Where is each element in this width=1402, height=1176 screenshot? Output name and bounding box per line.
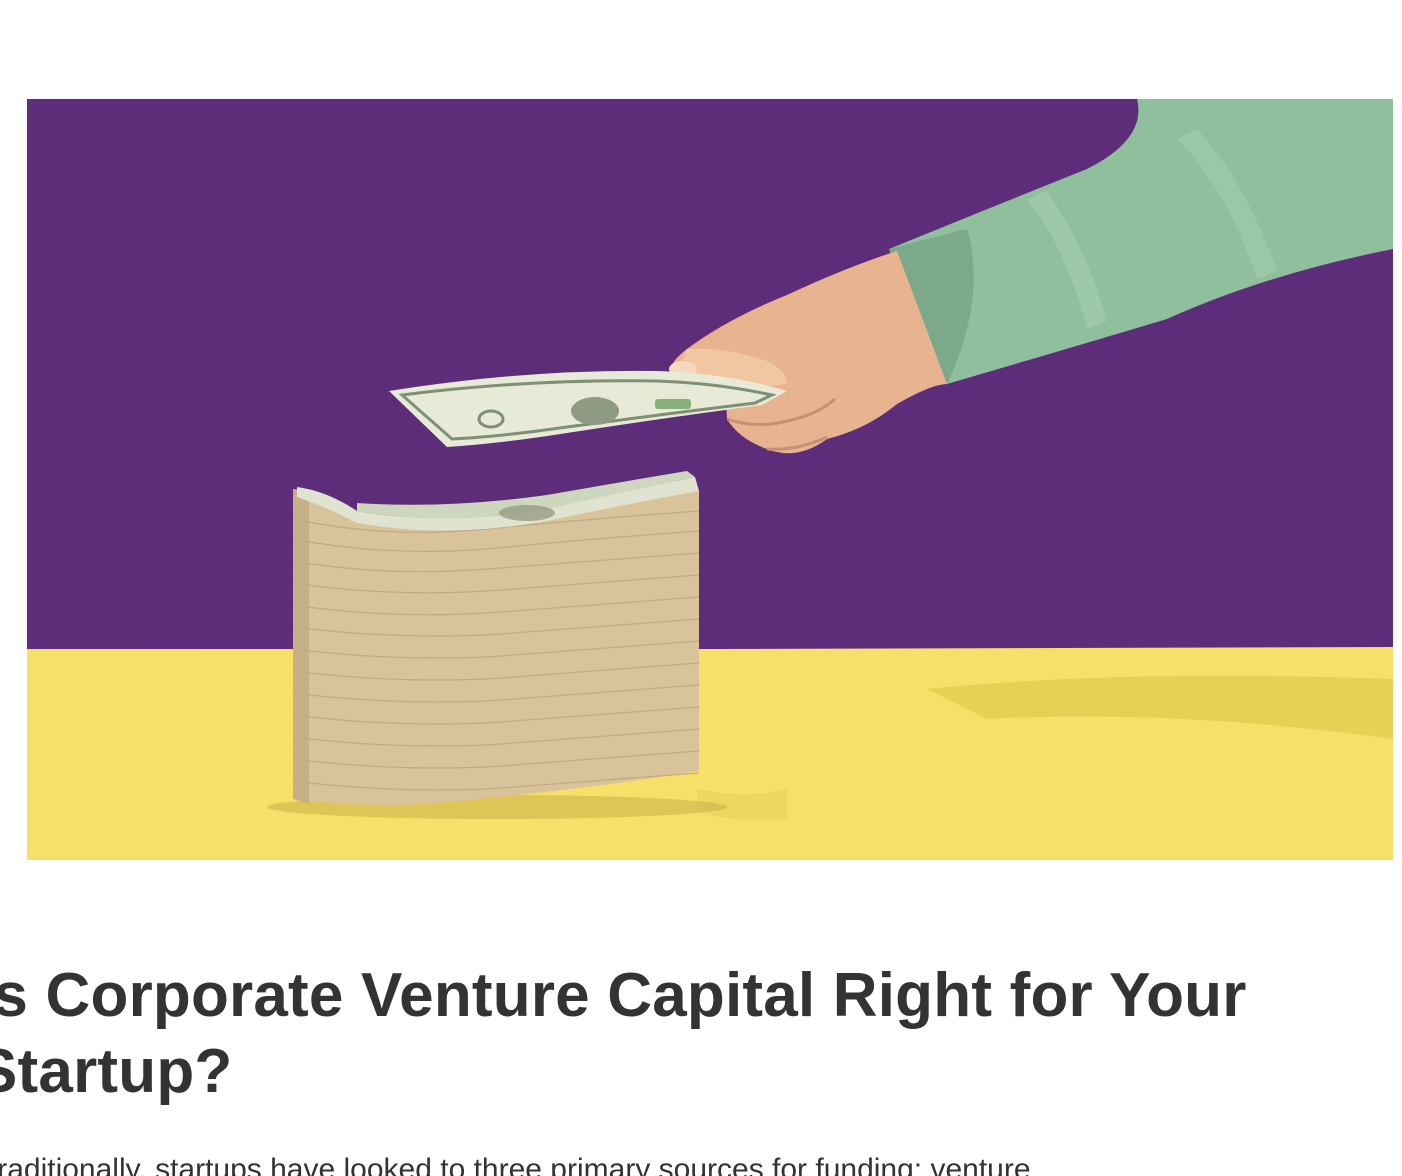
- money-stack: [267, 471, 727, 819]
- article-lead-paragraph: Traditionally, startups have looked to t…: [0, 1153, 1031, 1176]
- article-page: Is Corporate Venture Capital Right for Y…: [0, 0, 1402, 1176]
- article-title: Is Corporate Venture Capital Right for Y…: [0, 961, 1247, 1106]
- hero-image: [27, 99, 1393, 860]
- hero-illustration: [27, 99, 1393, 860]
